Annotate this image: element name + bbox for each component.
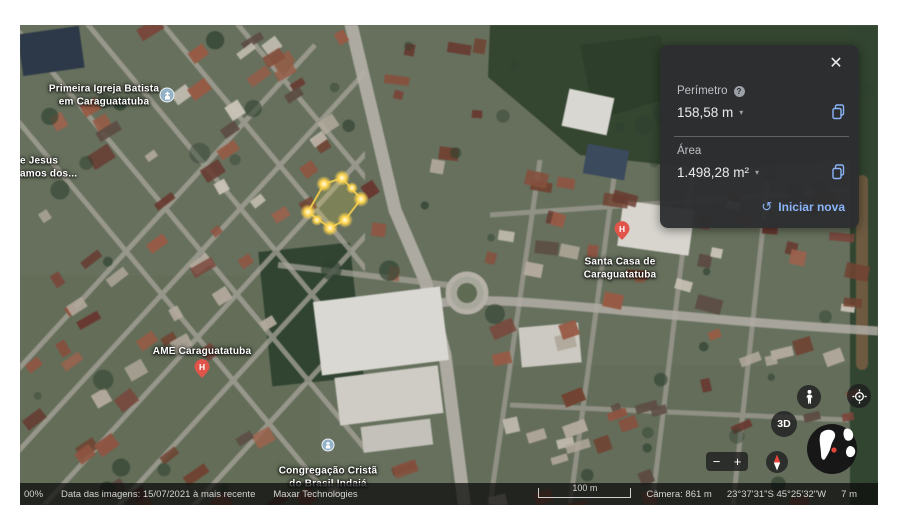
- pegman-button[interactable]: [797, 385, 821, 409]
- restart-measurement-button[interactable]: ↺ Iniciar nova: [761, 199, 845, 215]
- measurement-panel: ✕ Perímetro ? 158,58 m ▾ Área: [660, 45, 859, 228]
- zoom-in-button[interactable]: +: [727, 452, 748, 471]
- unit-dropdown-caret[interactable]: ▾: [739, 108, 743, 117]
- close-icon[interactable]: ✕: [826, 54, 846, 74]
- stream-percent: 00%: [24, 489, 43, 500]
- globe-icon: [807, 424, 857, 474]
- copy-icon: [831, 164, 846, 180]
- unit-dropdown-caret[interactable]: ▾: [755, 168, 759, 177]
- poi-label-partial[interactable]: e Jesus amos dos...: [20, 156, 77, 181]
- area-section: Área 1.498,28 m² ▾: [677, 145, 846, 180]
- imagery-date: Data das imagens: 15/07/2021 à mais rece…: [61, 489, 255, 500]
- church-glyph: [163, 91, 171, 99]
- compass-button[interactable]: [766, 451, 788, 473]
- imagery-provider: Maxar Technologies: [273, 489, 357, 500]
- poi-label-ame[interactable]: AME Caraguatatuba: [153, 346, 251, 359]
- panel-divider: [674, 136, 849, 137]
- my-location-button[interactable]: [847, 384, 871, 408]
- 3d-label: 3D: [777, 418, 790, 430]
- my-location-icon: [852, 389, 867, 404]
- perimeter-label: Perímetro: [677, 85, 728, 97]
- church-icon[interactable]: [160, 88, 175, 103]
- perimeter-section: Perímetro ? 158,58 m ▾: [677, 85, 846, 120]
- map-scale-bar: 100 m: [538, 488, 631, 498]
- hospital-pin-glyph: H: [195, 359, 210, 378]
- poi-label-primeira-igreja[interactable]: Primeira Igreja Batista em Caraguatatuba: [49, 84, 159, 109]
- camera-altitude: Câmera: 861 m: [646, 489, 711, 500]
- google-earth-window: Primeira Igreja Batista em Caraguatatuba…: [0, 0, 900, 529]
- copy-area-button[interactable]: [831, 164, 846, 180]
- svg-text:H: H: [199, 362, 205, 372]
- cursor-coordinates: 23°37'31"S 45°25'32"W: [727, 489, 826, 500]
- hospital-icon-santa-casa[interactable]: H: [615, 221, 630, 245]
- help-icon[interactable]: ?: [734, 86, 745, 97]
- status-bar: 00% Data das imagens: 15/07/2021 à mais …: [20, 483, 878, 505]
- zoom-out-button[interactable]: −: [706, 452, 727, 471]
- 3d-toggle-button[interactable]: 3D: [771, 411, 797, 437]
- compass-needle-icon: [771, 454, 783, 471]
- hospital-icon-ame[interactable]: H: [195, 359, 210, 383]
- globe-overview-button[interactable]: [807, 424, 857, 474]
- area-label: Área: [677, 145, 701, 157]
- pegman-icon: [803, 389, 816, 405]
- perimeter-value: 158,58 m: [677, 105, 733, 120]
- area-value: 1.498,28 m²: [677, 165, 749, 180]
- zoom-control: − +: [706, 452, 748, 471]
- poi-label-santa-casa[interactable]: Santa Casa de Caraguatatuba: [584, 257, 657, 282]
- scale-label: 100 m: [539, 483, 630, 493]
- church-glyph: [325, 442, 332, 449]
- church-icon-congregacao[interactable]: [322, 439, 335, 452]
- copy-icon: [831, 104, 846, 120]
- undo-icon: ↺: [761, 199, 772, 215]
- measurement-polygon[interactable]: [290, 165, 400, 255]
- svg-text:H: H: [619, 224, 625, 234]
- ground-elevation: 7 m: [841, 489, 857, 500]
- copy-perimeter-button[interactable]: [831, 104, 846, 120]
- hospital-pin-glyph: H: [615, 221, 630, 240]
- restart-label: Iniciar nova: [778, 200, 845, 214]
